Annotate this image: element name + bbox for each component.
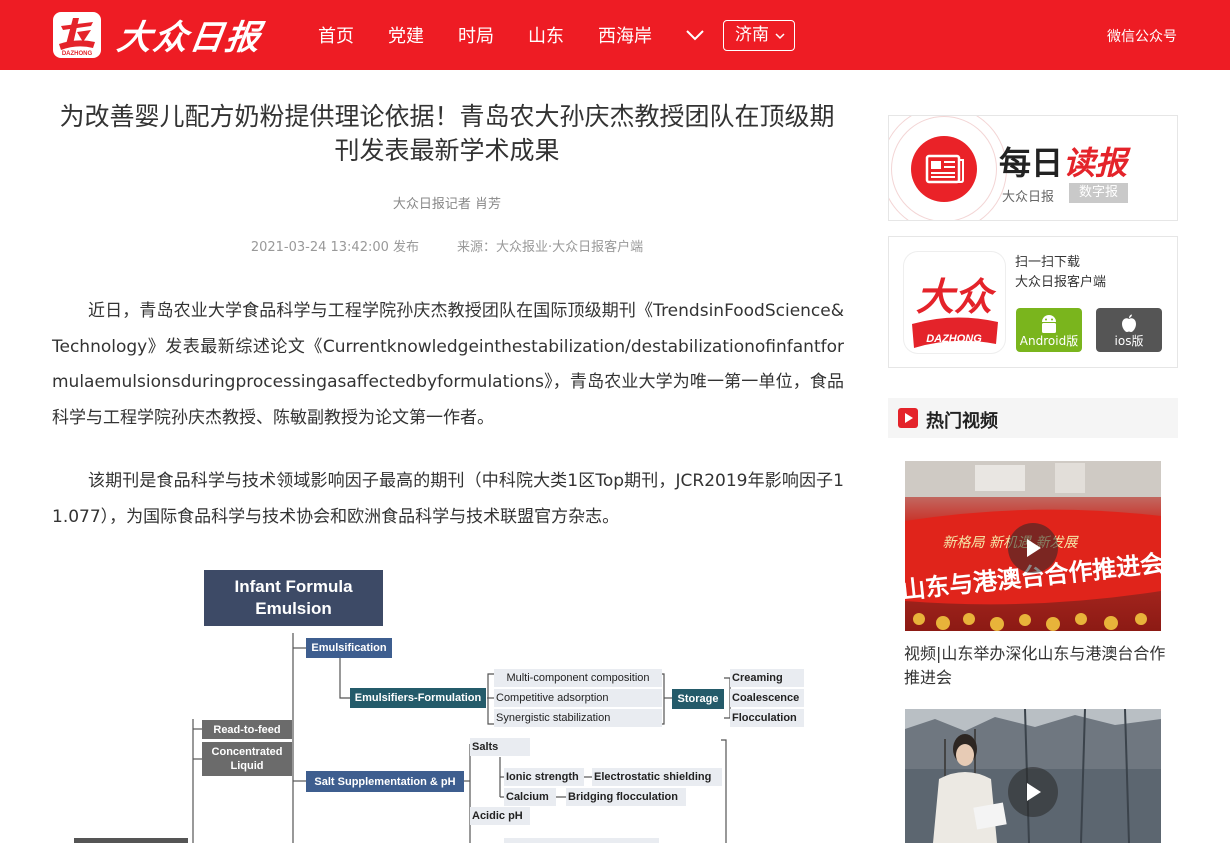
nav-party[interactable]: 党建 bbox=[388, 22, 424, 48]
diagram-node-format: Read-to-feed bbox=[202, 720, 292, 739]
diagram-node-calcium: Calcium bbox=[504, 788, 556, 806]
diagram-node-storage: Storage bbox=[672, 689, 724, 709]
main-nav: 首页 党建 时局 山东 西海岸 bbox=[318, 0, 686, 70]
diagram-node-emulsifiers: Emulsifiers-Formulation bbox=[350, 688, 486, 708]
client-label: 大众日报客户端 bbox=[1015, 275, 1107, 290]
play-button[interactable] bbox=[1008, 523, 1058, 573]
diagram-node-mechanism: Synergistic stabilization bbox=[494, 709, 662, 727]
newspaper-icon bbox=[911, 136, 977, 202]
publish-time: 2021-03-24 13:42:00 发布 bbox=[250, 240, 420, 255]
video-thumbnail[interactable] bbox=[905, 709, 1161, 843]
diagram-node-electrostatic: Electrostatic shielding bbox=[592, 768, 722, 786]
nav-more-chevron-down-icon[interactable] bbox=[684, 24, 706, 46]
dazhong-app-logo: 大众 DAZHONG bbox=[904, 252, 1005, 353]
chevron-down-icon bbox=[775, 33, 785, 40]
article-source: 来源：大众报业·大众日报客户端 bbox=[457, 240, 644, 255]
daily-reading-card[interactable]: 每日读报 大众日报 数字报 bbox=[888, 115, 1178, 221]
nav-shandong[interactable]: 山东 bbox=[528, 22, 564, 48]
top-navigation-bar: DAZHONG 大众日报 首页 党建 时局 山东 西海岸 济南 微信公众号 bbox=[0, 0, 1230, 70]
daily-reading-subtitle: 大众日报 bbox=[1002, 190, 1055, 205]
svg-text:大众: 大众 bbox=[916, 274, 997, 319]
diagram-node-partial bbox=[504, 838, 659, 843]
diagram-format-label: Concentrated Liquid bbox=[211, 746, 283, 772]
diagram-node-outcome: Flocculation bbox=[730, 709, 804, 727]
digital-paper-tag: 数字报 bbox=[1069, 183, 1129, 203]
android-label: Android版 bbox=[1019, 334, 1079, 348]
video-thumbnail[interactable]: 新格局 新机遇 新发展 山东与港澳台合作推进会 bbox=[905, 461, 1161, 631]
play-icon bbox=[1027, 783, 1041, 801]
city-select[interactable]: 济南 bbox=[723, 20, 795, 51]
play-button[interactable] bbox=[1008, 767, 1058, 817]
diagram-node-mechanism: Multi-component composition bbox=[494, 669, 662, 687]
diagram-node-format: Concentrated Liquid bbox=[202, 742, 292, 776]
app-download-card: 大众 DAZHONG 扫一扫下载 大众日报客户端 Android版 ios版 bbox=[888, 236, 1178, 368]
diagram-node-ionic: Ionic strength bbox=[504, 768, 584, 786]
dazhong-logo[interactable]: DAZHONG bbox=[53, 12, 101, 58]
diagram-node-emulsification: Emulsification bbox=[306, 638, 392, 658]
video-play-icon bbox=[898, 408, 918, 428]
daily-title-part-red: 读报 bbox=[1063, 144, 1128, 182]
article-paragraph: 该期刊是食品科学与技术领域影响因子最高的期刊（中科院大类1区Top期刊，JCR2… bbox=[52, 471, 844, 527]
wechat-official-account-link[interactable]: 微信公众号 bbox=[1107, 26, 1177, 46]
article-byline: 大众日报记者 肖芳 bbox=[392, 197, 502, 212]
svg-text:DAZHONG: DAZHONG bbox=[926, 333, 982, 345]
diagram-node-outcome: Coalescence bbox=[730, 689, 804, 707]
diagram-node-salt: Salt Supplementation & pH bbox=[306, 771, 464, 792]
video-caption-link[interactable]: 视频|山东举办深化山东与港澳台合作推进会 bbox=[904, 642, 1166, 690]
svg-text:DAZHONG: DAZHONG bbox=[62, 51, 93, 57]
android-icon bbox=[1042, 315, 1056, 333]
daily-reading-title: 每日读报 bbox=[999, 138, 1127, 184]
article-figure-diagram: Infant Formula Emulsion Emulsification E… bbox=[52, 566, 842, 843]
nav-home[interactable]: 首页 bbox=[318, 22, 354, 48]
apple-icon bbox=[1122, 314, 1136, 332]
city-select-value: 济南 bbox=[735, 25, 769, 45]
diagram-root-label: Infant Formula Emulsion bbox=[234, 577, 353, 618]
ios-label: ios版 bbox=[1114, 334, 1144, 348]
ios-download-button[interactable]: ios版 bbox=[1096, 308, 1162, 352]
brand-name[interactable]: 大众日报 bbox=[115, 10, 266, 59]
diagram-node-mechanism: Competitive adsorption bbox=[494, 689, 662, 707]
diagram-node-salts: Salts bbox=[470, 738, 530, 756]
diagram-root-node: Infant Formula Emulsion bbox=[204, 570, 383, 626]
article-paragraph: 近日，青岛农业大学食品科学与工程学院孙庆杰教授团队在国际顶级期刊《Trendsi… bbox=[52, 301, 844, 428]
article-title: 为改善婴儿配方奶粉提供理论依据！青岛农大孙庆杰教授团队在顶级期刊发表最新学术成果 bbox=[59, 102, 835, 165]
play-icon bbox=[1027, 539, 1041, 557]
diagram-node-bridging: Bridging flocculation bbox=[566, 788, 686, 806]
article-meta: 2021-03-24 13:42:00 发布 来源：大众报业·大众日报客户端 bbox=[52, 236, 842, 255]
scan-label: 扫一扫下载 bbox=[1015, 255, 1081, 270]
android-download-button[interactable]: Android版 bbox=[1016, 308, 1082, 352]
scan-download-text: 扫一扫下载 大众日报客户端 bbox=[1015, 253, 1106, 293]
diagram-node-outcome: Creaming bbox=[730, 669, 804, 687]
nav-current-affairs[interactable]: 时局 bbox=[458, 22, 494, 48]
daily-title-part: 每日 bbox=[999, 144, 1064, 182]
diagram-node-acidic: Acidic pH bbox=[470, 807, 530, 825]
hot-videos-header: 热门视频 bbox=[888, 398, 1178, 438]
hot-videos-title: 热门视频 bbox=[926, 411, 998, 432]
nav-west-coast[interactable]: 西海岸 bbox=[598, 22, 652, 48]
